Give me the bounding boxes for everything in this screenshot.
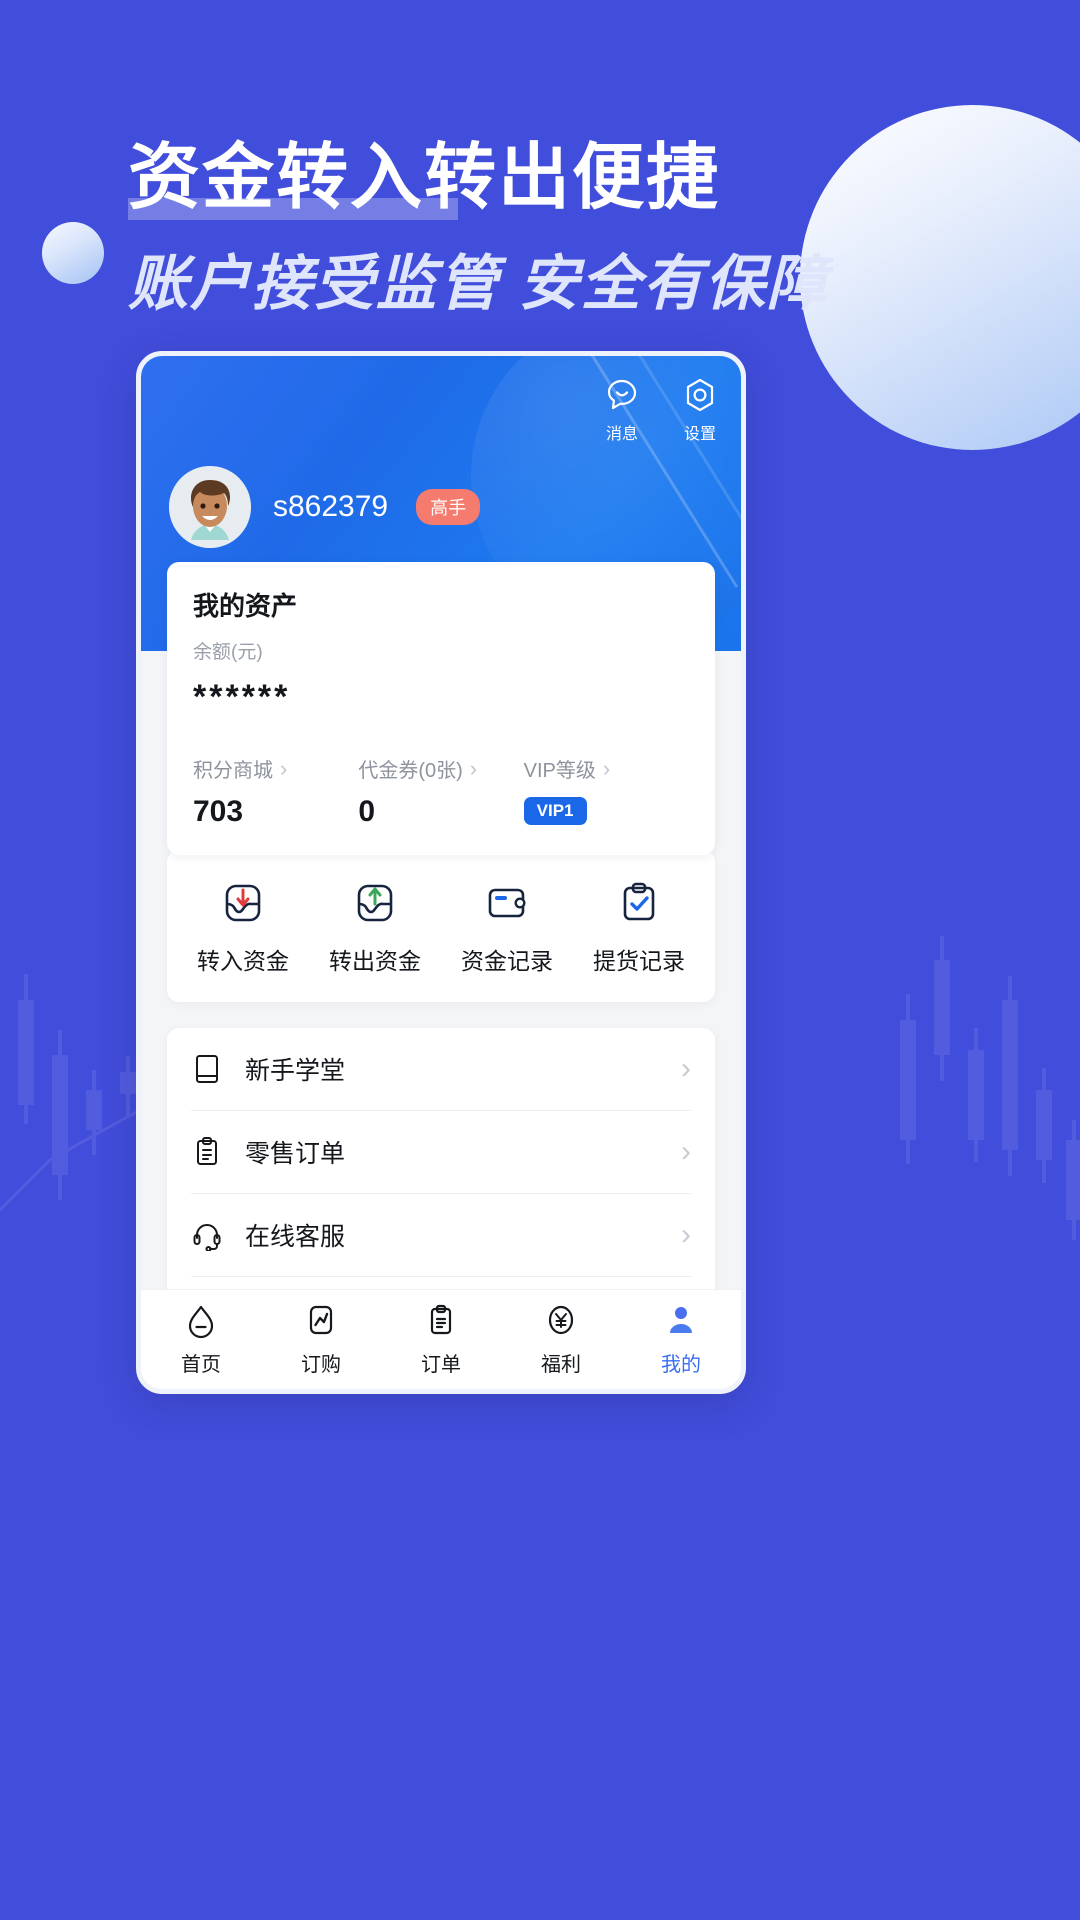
asset-stats-row: 积分商城 › 703 代金券(0张) › 0 VIP等级 › VIP1 [193, 754, 689, 829]
transfer-out-icon [352, 880, 398, 926]
vip-badge: VIP1 [523, 797, 587, 825]
stat-label: VIP等级 [523, 760, 596, 782]
menu-item-label: 在线客服 [245, 1223, 346, 1251]
action-delivery-records[interactable]: 提货记录 [573, 880, 705, 976]
settings-gear-icon [681, 376, 719, 414]
message-bubble-icon [603, 376, 641, 414]
book-icon [191, 1053, 223, 1085]
person-icon [662, 1302, 700, 1340]
tab-label: 订单 [421, 1354, 461, 1376]
settings-label: 设置 [683, 426, 716, 443]
action-transfer-in[interactable]: 转入资金 [177, 880, 309, 976]
stat-value: 703 [193, 795, 244, 828]
page-subtitle: 账户接受监管 安全有保障 [128, 250, 829, 317]
home-icon [182, 1302, 220, 1340]
quick-actions-card: 转入资金 转出资金 资金记录 提货记录 [167, 850, 715, 1002]
chevron-right-icon: › [681, 1135, 691, 1168]
chart-line-icon [302, 1302, 340, 1340]
tab-label: 福利 [541, 1354, 581, 1376]
tab-subscribe[interactable]: 订购 [261, 1302, 381, 1377]
order-clipboard-icon [422, 1302, 460, 1340]
menu-item-retail-orders[interactable]: 零售订单 › [191, 1111, 691, 1194]
bottom-tab-bar: 首页 订购 订单 福利 我的 [141, 1289, 741, 1389]
wallet-icon [484, 880, 530, 926]
settings-button[interactable]: 设置 [681, 376, 719, 444]
tab-profile[interactable]: 我的 [621, 1302, 741, 1377]
tab-home[interactable]: 首页 [141, 1302, 261, 1377]
menu-list-card: 新手学堂 › 零售订单 › 在线客服 › [167, 1028, 715, 1328]
phone-mockup: 消息 设置 s862379 高手 我的资产 余额(元) ****** 积分商城 … [136, 351, 746, 1394]
stat-vip-level[interactable]: VIP等级 › VIP1 [523, 754, 689, 829]
background-candlestick-chart-right [900, 936, 1080, 1240]
user-profile[interactable]: s862379 高手 [169, 466, 481, 548]
header-tools: 消息 设置 [603, 376, 719, 444]
chevron-right-icon: › [602, 755, 611, 781]
transfer-in-icon [220, 880, 266, 926]
asset-card: 我的资产 余额(元) ****** 积分商城 › 703 代金券(0张) › 0 [167, 562, 715, 855]
stat-points-mall[interactable]: 积分商城 › 703 [193, 754, 358, 829]
clipboard-list-icon [191, 1136, 223, 1168]
avatar[interactable] [169, 466, 251, 548]
stat-label: 代金券(0张) [358, 760, 463, 782]
action-label: 资金记录 [461, 948, 553, 974]
tab-label: 首页 [181, 1354, 221, 1376]
chevron-right-icon: › [469, 755, 478, 781]
balance-label: 余额(元) [193, 642, 263, 663]
stat-vouchers[interactable]: 代金券(0张) › 0 [358, 754, 523, 829]
stat-header: 代金券(0张) › [358, 754, 523, 783]
messages-button[interactable]: 消息 [603, 376, 641, 444]
action-label: 提货记录 [593, 948, 685, 974]
asset-card-title: 我的资产 [193, 591, 298, 621]
menu-item-online-support[interactable]: 在线客服 › [191, 1194, 691, 1277]
menu-item-label: 新手学堂 [245, 1057, 346, 1085]
tab-label: 订购 [301, 1354, 341, 1376]
decorative-circle-large [800, 105, 1080, 450]
chevron-right-icon: › [280, 755, 288, 781]
chevron-right-icon: › [681, 1218, 691, 1251]
yen-circle-icon [542, 1302, 580, 1340]
page-title: 资金转入转出便捷 [128, 138, 721, 218]
action-label: 转入资金 [197, 948, 289, 974]
tab-label: 我的 [661, 1354, 701, 1376]
user-level-badge: 高手 [416, 489, 481, 525]
balance-value: ****** [193, 678, 291, 716]
clipboard-check-icon [616, 880, 662, 926]
chevron-right-icon: › [681, 1052, 691, 1085]
action-fund-records[interactable]: 资金记录 [441, 880, 573, 976]
menu-item-beginner-school[interactable]: 新手学堂 › [191, 1028, 691, 1111]
stat-value: 0 [358, 795, 376, 828]
username: s862379 [273, 490, 389, 523]
decorative-circle-small [42, 222, 104, 284]
headset-icon [191, 1219, 223, 1251]
messages-label: 消息 [605, 426, 638, 443]
action-label: 转出资金 [329, 948, 421, 974]
stat-label: 积分商城 [193, 760, 273, 782]
stat-header: 积分商城 › [193, 754, 358, 783]
stat-header: VIP等级 › [524, 754, 689, 783]
action-transfer-out[interactable]: 转出资金 [309, 880, 441, 976]
tab-benefits[interactable]: 福利 [501, 1302, 621, 1377]
menu-item-label: 零售订单 [245, 1140, 346, 1168]
tab-orders[interactable]: 订单 [381, 1302, 501, 1377]
